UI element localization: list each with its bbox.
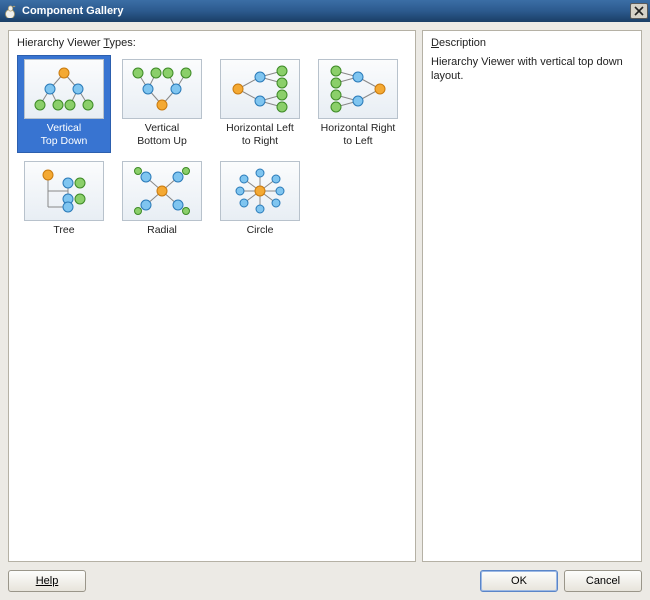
description-label-accel: D — [431, 37, 439, 49]
description-label-suffix: escription — [439, 37, 486, 49]
close-icon[interactable] — [630, 3, 648, 19]
gallery-item-circle[interactable]: Circle — [213, 157, 307, 255]
gallery-label: Horizontal Rightto Left — [321, 122, 396, 148]
types-label: Hierarchy Viewer Types: — [17, 37, 407, 49]
gallery-label: Tree — [53, 224, 74, 250]
gallery-item-horizontal-rtl[interactable]: Horizontal Rightto Left — [311, 55, 405, 153]
thumb-circle — [220, 161, 300, 221]
main-content: Hierarchy Viewer Types: — [8, 30, 642, 562]
description-panel: Description Hierarchy Viewer with vertic… — [422, 30, 642, 562]
app-icon — [4, 4, 18, 18]
description-text: Hierarchy Viewer with vertical top down … — [431, 55, 633, 83]
thumb-horizontal-rtl — [318, 59, 398, 119]
gallery-item-tree[interactable]: Tree — [17, 157, 111, 255]
gallery-item-vertical-bottom-up[interactable]: VerticalBottom Up — [115, 55, 209, 153]
description-label: Description — [431, 37, 633, 49]
gallery-item-horizontal-ltr[interactable]: Horizontal Leftto Right — [213, 55, 307, 153]
thumb-radial — [122, 161, 202, 221]
help-label: Help — [36, 575, 59, 587]
thumb-horizontal-ltr — [220, 59, 300, 119]
gallery-grid: VerticalTop Down — [17, 55, 407, 255]
titlebar-title: Component Gallery — [22, 5, 630, 17]
types-label-prefix: Hierarchy Viewer — [17, 37, 103, 49]
titlebar: Component Gallery — [0, 0, 650, 22]
ok-button[interactable]: OK — [480, 570, 558, 592]
gallery-label: Horizontal Leftto Right — [226, 122, 294, 148]
gallery-item-radial[interactable]: Radial — [115, 157, 209, 255]
thumb-vertical-top-down — [24, 59, 104, 119]
button-row: Help OK Cancel — [8, 562, 642, 592]
gallery-label: Radial — [147, 224, 177, 250]
gallery-label: Circle — [247, 224, 274, 250]
thumb-tree — [24, 161, 104, 221]
thumb-vertical-bottom-up — [122, 59, 202, 119]
gallery-item-vertical-top-down[interactable]: VerticalTop Down — [17, 55, 111, 153]
gallery-label: VerticalTop Down — [41, 122, 88, 148]
types-label-suffix: ypes: — [110, 37, 136, 49]
gallery-label: VerticalBottom Up — [137, 122, 187, 148]
help-button[interactable]: Help — [8, 570, 86, 592]
types-panel: Hierarchy Viewer Types: — [8, 30, 416, 562]
dialog-body: Hierarchy Viewer Types: — [0, 22, 650, 600]
cancel-button[interactable]: Cancel — [564, 570, 642, 592]
